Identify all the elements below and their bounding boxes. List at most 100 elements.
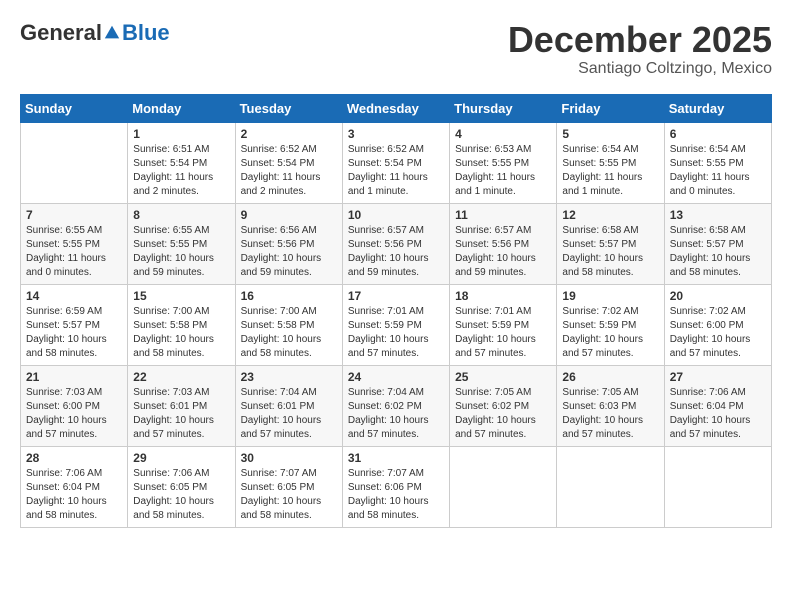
day-number: 12 <box>562 208 658 222</box>
day-info: Sunrise: 7:07 AMSunset: 6:06 PMDaylight:… <box>348 467 444 523</box>
day-number: 10 <box>348 208 444 222</box>
day-info: Sunrise: 6:51 AMSunset: 5:54 PMDaylight:… <box>133 143 229 199</box>
day-number: 18 <box>455 289 551 303</box>
day-info: Sunrise: 7:02 AMSunset: 5:59 PMDaylight:… <box>562 305 658 361</box>
weekday-header-wednesday: Wednesday <box>342 94 449 122</box>
weekday-header-friday: Friday <box>557 94 664 122</box>
day-number: 25 <box>455 370 551 384</box>
calendar-cell: 26Sunrise: 7:05 AMSunset: 6:03 PMDayligh… <box>557 365 664 446</box>
calendar-cell: 22 Sunrise: 7:03 AMSunset: 6:01 PMDayligh… <box>128 365 235 446</box>
day-info: Sunrise: 6:52 AMSunset: 5:54 PMDaylight:… <box>348 143 444 199</box>
week-row-1: 1 Sunrise: 6:51 AMSunset: 5:54 PMDaylight… <box>21 122 772 203</box>
month-title: December 2025 <box>508 20 772 60</box>
calendar-cell: 2 Sunrise: 6:52 AMSunset: 5:54 PMDaylight… <box>235 122 342 203</box>
day-info: Sunrise: 6:52 AMSunset: 5:54 PMDaylight:… <box>241 143 337 199</box>
day-info: Sunrise: 6:58 AMSunset: 5:57 PMDaylight:… <box>562 224 658 280</box>
calendar-cell: 16Sunrise: 7:00 AMSunset: 5:58 PMDayligh… <box>235 284 342 365</box>
calendar-cell <box>450 446 557 527</box>
calendar-cell: 17 Sunrise: 7:01 AMSunset: 5:59 PMDayligh… <box>342 284 449 365</box>
day-info: Sunrise: 7:04 AMSunset: 6:01 PMDaylight:… <box>241 386 337 442</box>
calendar-cell: 28Sunrise: 7:06 AMSunset: 6:04 PMDayligh… <box>21 446 128 527</box>
day-number: 30 <box>241 451 337 465</box>
day-number: 15 <box>133 289 229 303</box>
day-info: Sunrise: 7:01 AMSunset: 5:59 PMDaylight:… <box>348 305 444 361</box>
weekday-header-tuesday: Tuesday <box>235 94 342 122</box>
calendar-cell: 21Sunrise: 7:03 AMSunset: 6:00 PMDayligh… <box>21 365 128 446</box>
logo-general: General <box>20 20 102 46</box>
logo-text: General Blue <box>20 20 170 46</box>
day-info: Sunrise: 6:54 AMSunset: 5:55 PMDaylight:… <box>670 143 766 199</box>
calendar-cell: 27Sunrise: 7:06 AMSunset: 6:04 PMDayligh… <box>664 365 771 446</box>
calendar-cell: 7Sunrise: 6:55 AMSunset: 5:55 PMDaylight… <box>21 203 128 284</box>
day-number: 1 <box>133 127 229 141</box>
day-info: Sunrise: 6:59 AMSunset: 5:57 PMDaylight:… <box>26 305 122 361</box>
calendar-cell: 13 Sunrise: 6:58 AMSunset: 5:57 PMDayligh… <box>664 203 771 284</box>
calendar-cell: 6 Sunrise: 6:54 AMSunset: 5:55 PMDaylight… <box>664 122 771 203</box>
day-info: Sunrise: 6:55 AMSunset: 5:55 PMDaylight:… <box>133 224 229 280</box>
day-number: 8 <box>133 208 229 222</box>
day-info: Sunrise: 6:54 AMSunset: 5:55 PMDaylight:… <box>562 143 658 199</box>
day-number: 20 <box>670 289 766 303</box>
weekday-header-saturday: Saturday <box>664 94 771 122</box>
day-number: 31 <box>348 451 444 465</box>
week-row-5: 28Sunrise: 7:06 AMSunset: 6:04 PMDayligh… <box>21 446 772 527</box>
calendar-cell: 23Sunrise: 7:04 AMSunset: 6:01 PMDayligh… <box>235 365 342 446</box>
day-info: Sunrise: 7:02 AMSunset: 6:00 PMDaylight:… <box>670 305 766 361</box>
week-row-4: 21Sunrise: 7:03 AMSunset: 6:00 PMDayligh… <box>21 365 772 446</box>
day-info: Sunrise: 7:07 AMSunset: 6:05 PMDaylight:… <box>241 467 337 523</box>
logo-blue: Blue <box>122 20 170 46</box>
calendar-cell <box>557 446 664 527</box>
calendar-cell <box>664 446 771 527</box>
page-header: General Blue December 2025 Santiago Colt… <box>20 20 772 78</box>
weekday-header-row: SundayMondayTuesdayWednesdayThursdayFrid… <box>21 94 772 122</box>
day-info: Sunrise: 6:58 AMSunset: 5:57 PMDaylight:… <box>670 224 766 280</box>
day-info: Sunrise: 6:57 AMSunset: 5:56 PMDaylight:… <box>455 224 551 280</box>
calendar-cell: 19Sunrise: 7:02 AMSunset: 5:59 PMDayligh… <box>557 284 664 365</box>
calendar-cell: 30 Sunrise: 7:07 AMSunset: 6:05 PMDayligh… <box>235 446 342 527</box>
logo: General Blue <box>20 20 170 46</box>
day-info: Sunrise: 7:05 AMSunset: 6:03 PMDaylight:… <box>562 386 658 442</box>
calendar-cell: 24 Sunrise: 7:04 AMSunset: 6:02 PMDayligh… <box>342 365 449 446</box>
calendar-cell: 18 Sunrise: 7:01 AMSunset: 5:59 PMDayligh… <box>450 284 557 365</box>
day-number: 29 <box>133 451 229 465</box>
calendar-cell: 14Sunrise: 6:59 AMSunset: 5:57 PMDayligh… <box>21 284 128 365</box>
day-info: Sunrise: 6:57 AMSunset: 5:56 PMDaylight:… <box>348 224 444 280</box>
day-info: Sunrise: 6:53 AMSunset: 5:55 PMDaylight:… <box>455 143 551 199</box>
title-block: December 2025 Santiago Coltzingo, Mexico <box>508 20 772 78</box>
weekday-header-sunday: Sunday <box>21 94 128 122</box>
calendar-cell: 29 Sunrise: 7:06 AMSunset: 6:05 PMDayligh… <box>128 446 235 527</box>
logo-icon <box>103 24 121 42</box>
week-row-2: 7 Sunrise: 6:55 AMSunset: 5:55 PMDaylight… <box>21 203 772 284</box>
calendar-cell <box>21 122 128 203</box>
day-number: 24 <box>348 370 444 384</box>
day-info: Sunrise: 7:01 AMSunset: 5:59 PMDaylight:… <box>455 305 551 361</box>
day-number: 6 <box>670 127 766 141</box>
calendar-cell: 15 Sunrise: 7:00 AMSunset: 5:58 PMDayligh… <box>128 284 235 365</box>
day-number: 2 <box>241 127 337 141</box>
weekday-header-monday: Monday <box>128 94 235 122</box>
day-info: Sunrise: 7:03 AMSunset: 6:00 PMDaylight:… <box>26 386 122 442</box>
day-number: 5 <box>562 127 658 141</box>
day-number: 22 <box>133 370 229 384</box>
week-row-3: 14Sunrise: 6:59 AMSunset: 5:57 PMDayligh… <box>21 284 772 365</box>
calendar-cell: 20 Sunrise: 7:02 AMSunset: 6:00 PMDayligh… <box>664 284 771 365</box>
calendar-cell: 10 Sunrise: 6:57 AMSunset: 5:56 PMDayligh… <box>342 203 449 284</box>
day-info: Sunrise: 7:06 AMSunset: 6:05 PMDaylight:… <box>133 467 229 523</box>
calendar-cell: 31 Sunrise: 7:07 AMSunset: 6:06 PMDayligh… <box>342 446 449 527</box>
calendar-cell: 25 Sunrise: 7:05 AMSunset: 6:02 PMDayligh… <box>450 365 557 446</box>
day-info: Sunrise: 7:06 AMSunset: 6:04 PMDaylight:… <box>670 386 766 442</box>
calendar-cell: 12 Sunrise: 6:58 AMSunset: 5:57 PMDayligh… <box>557 203 664 284</box>
day-info: Sunrise: 7:00 AMSunset: 5:58 PMDaylight:… <box>241 305 337 361</box>
day-info: Sunrise: 7:00 AMSunset: 5:58 PMDaylight:… <box>133 305 229 361</box>
day-info: Sunrise: 7:03 AMSunset: 6:01 PMDaylight:… <box>133 386 229 442</box>
day-info: Sunrise: 7:04 AMSunset: 6:02 PMDaylight:… <box>348 386 444 442</box>
day-number: 17 <box>348 289 444 303</box>
day-number: 28 <box>26 451 122 465</box>
calendar-cell: 4 Sunrise: 6:53 AMSunset: 5:55 PMDaylight… <box>450 122 557 203</box>
day-info: Sunrise: 7:05 AMSunset: 6:02 PMDaylight:… <box>455 386 551 442</box>
day-number: 13 <box>670 208 766 222</box>
calendar-cell: 5 Sunrise: 6:54 AMSunset: 5:55 PMDaylight… <box>557 122 664 203</box>
day-number: 4 <box>455 127 551 141</box>
day-number: 7 <box>26 208 122 222</box>
calendar-cell: 3Sunrise: 6:52 AMSunset: 5:54 PMDaylight… <box>342 122 449 203</box>
